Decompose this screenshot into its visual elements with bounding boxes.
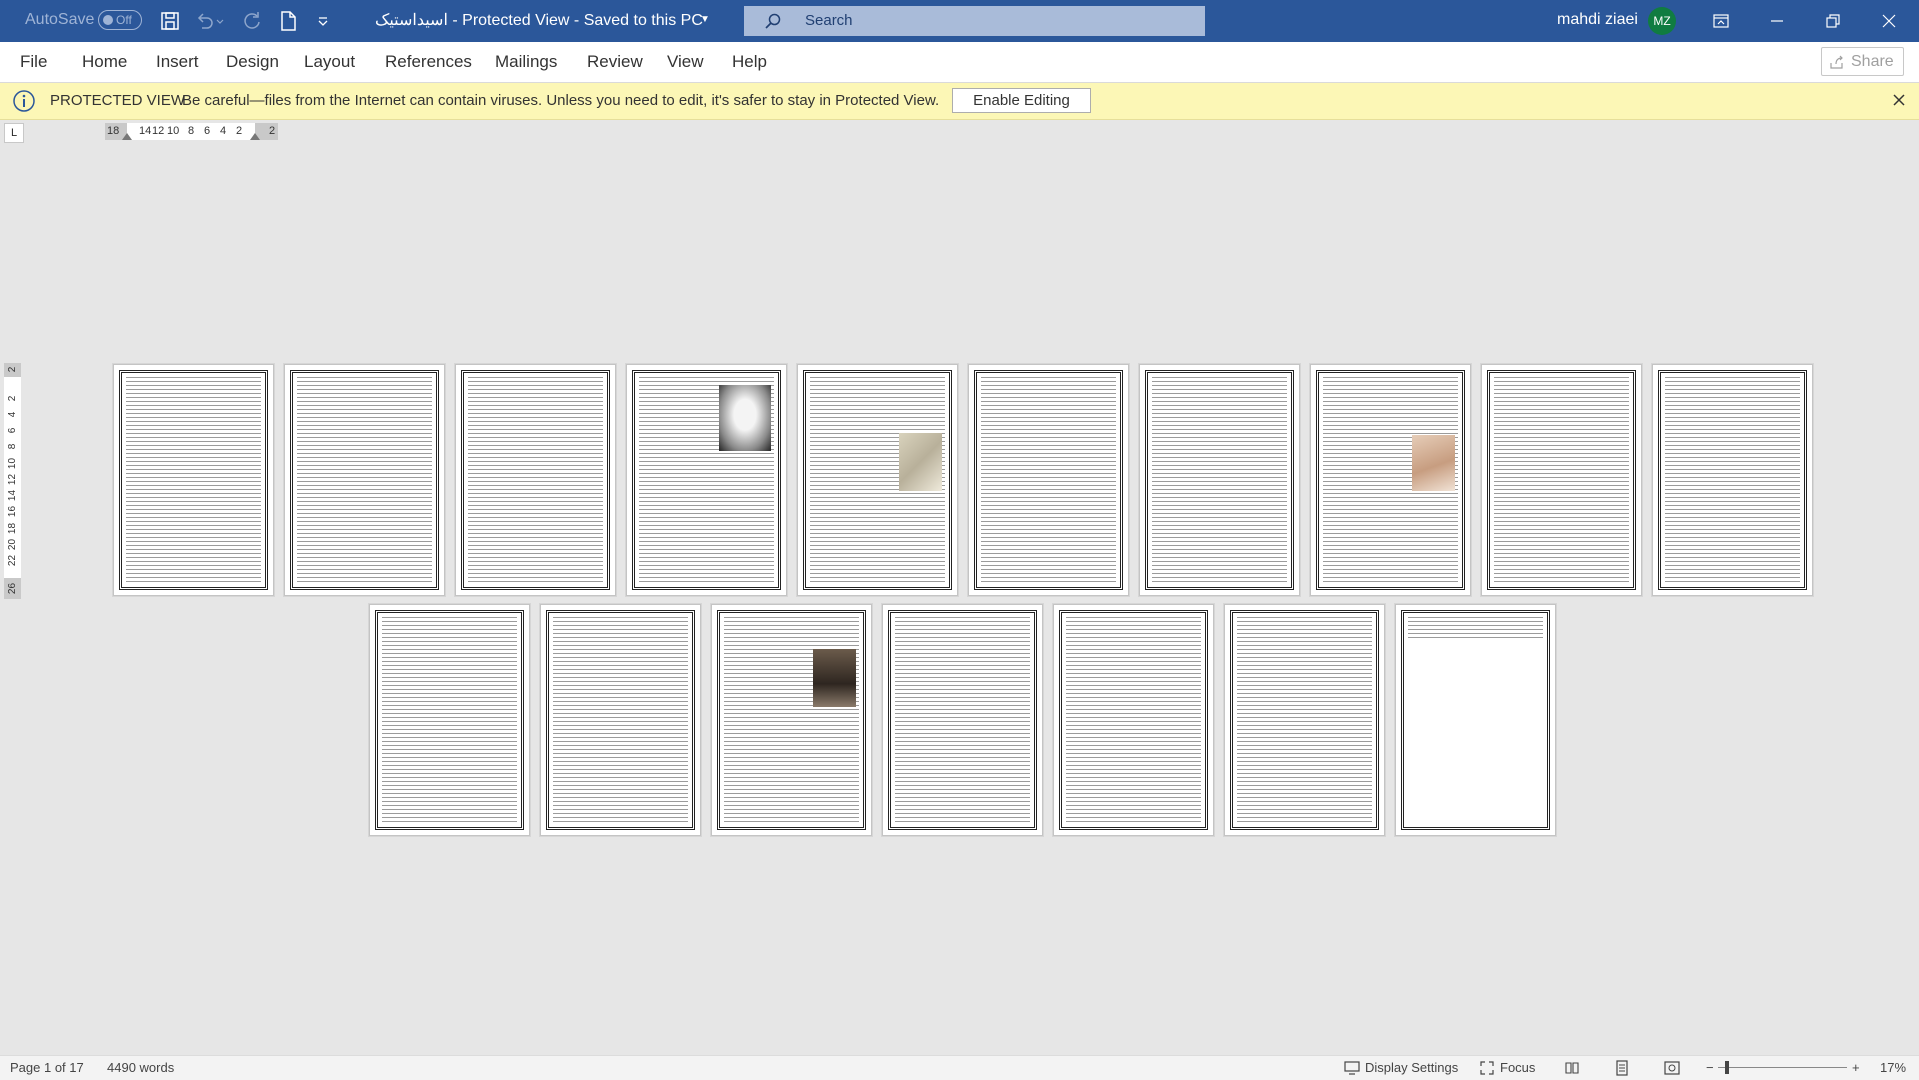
- display-settings-label[interactable]: Display Settings: [1365, 1060, 1458, 1075]
- zoom-level[interactable]: 17%: [1880, 1060, 1906, 1075]
- document-page[interactable]: [369, 604, 530, 836]
- document-page[interactable]: [540, 604, 701, 836]
- toggle-knob: [103, 15, 113, 25]
- document-page[interactable]: [797, 364, 958, 596]
- tab-review[interactable]: Review: [587, 52, 643, 72]
- autosave-state: Off: [116, 13, 132, 27]
- tab-layout[interactable]: Layout: [304, 52, 355, 72]
- document-page[interactable]: [1395, 604, 1556, 836]
- document-title[interactable]: اسیداستیک - Protected View - Saved to th…: [375, 10, 703, 30]
- close-icon[interactable]: [1861, 0, 1917, 42]
- photo-image: [719, 385, 771, 451]
- document-page[interactable]: [1224, 604, 1385, 836]
- document-page[interactable]: [1481, 364, 1642, 596]
- title-bar: AutoSave Off اسیداستیک - Protected View …: [0, 0, 1919, 42]
- protected-view-bar: PROTECTED VIEW Be careful—files from the…: [0, 83, 1919, 120]
- photo-image: [813, 649, 856, 707]
- title-separator: -: [573, 12, 580, 29]
- document-page[interactable]: [284, 364, 445, 596]
- document-page[interactable]: [626, 364, 787, 596]
- zoom-slider-thumb[interactable]: [1725, 1061, 1729, 1074]
- search-placeholder: Search: [805, 12, 853, 29]
- photo-image: [1412, 435, 1455, 491]
- document-page[interactable]: [1139, 364, 1300, 596]
- document-page[interactable]: [1053, 604, 1214, 836]
- restore-icon[interactable]: [1805, 0, 1861, 42]
- zoom-out-button[interactable]: −: [1706, 1060, 1714, 1075]
- tab-home[interactable]: Home: [82, 52, 127, 72]
- web-layout-icon[interactable]: [1664, 1060, 1680, 1076]
- protected-view-title: PROTECTED VIEW: [50, 92, 186, 109]
- document-page[interactable]: [1310, 364, 1471, 596]
- ribbon-display-options-icon[interactable]: [1693, 0, 1749, 42]
- focus-label[interactable]: Focus: [1500, 1060, 1535, 1075]
- close-icon[interactable]: [1891, 92, 1907, 108]
- page-indicator[interactable]: Page 1 of 17: [10, 1060, 84, 1075]
- search-box[interactable]: Search: [744, 6, 1205, 36]
- enable-editing-button[interactable]: Enable Editing: [952, 88, 1091, 113]
- redo-icon[interactable]: [240, 9, 264, 33]
- horizontal-ruler[interactable]: 18 14 12 10 8 6 4 2 2: [105, 123, 278, 140]
- customize-toolbar-icon[interactable]: [311, 9, 335, 33]
- display-settings-icon[interactable]: [1344, 1060, 1360, 1076]
- share-button[interactable]: Share: [1821, 47, 1904, 76]
- tab-insert[interactable]: Insert: [156, 52, 199, 72]
- document-page[interactable]: [113, 364, 274, 596]
- save-icon[interactable]: [158, 9, 182, 33]
- read-mode-icon[interactable]: [1564, 1060, 1580, 1076]
- zoom-in-button[interactable]: +: [1852, 1060, 1860, 1075]
- new-document-icon[interactable]: [276, 9, 300, 33]
- user-name[interactable]: mahdi ziaei: [1557, 11, 1638, 29]
- chevron-down-icon[interactable]: ▼: [700, 14, 710, 25]
- document-page[interactable]: [1652, 364, 1813, 596]
- right-indent-marker[interactable]: [250, 133, 260, 140]
- focus-icon[interactable]: [1479, 1060, 1495, 1076]
- protected-view-message: Be careful—files from the Internet can c…: [182, 92, 940, 109]
- save-status: Saved to this PC: [583, 12, 703, 29]
- document-page[interactable]: [882, 604, 1043, 836]
- document-page[interactable]: [711, 604, 872, 836]
- tab-design[interactable]: Design: [226, 52, 279, 72]
- tab-references[interactable]: References: [385, 52, 472, 72]
- zoom-slider[interactable]: [1718, 1067, 1847, 1068]
- undo-dropdown-icon[interactable]: [214, 9, 226, 33]
- autosave-label: AutoSave: [25, 11, 95, 28]
- left-indent-marker[interactable]: [122, 133, 132, 140]
- document-page[interactable]: [455, 364, 616, 596]
- avatar[interactable]: MZ: [1648, 7, 1676, 35]
- document-page[interactable]: [968, 364, 1129, 596]
- file-name: اسیداستیک: [375, 12, 448, 29]
- share-label: Share: [1851, 53, 1894, 70]
- tab-view[interactable]: View: [667, 52, 704, 72]
- undo-icon[interactable]: [192, 9, 216, 33]
- word-count[interactable]: 4490 words: [107, 1060, 174, 1075]
- minimize-icon[interactable]: [1749, 0, 1805, 42]
- vertical-ruler[interactable]: 2 2 4 6 8 10 12 14 16 18 20 22 26: [4, 363, 21, 599]
- tab-selector[interactable]: L: [4, 123, 24, 143]
- print-layout-icon[interactable]: [1614, 1060, 1630, 1076]
- info-icon: [13, 90, 35, 112]
- photo-image: [899, 433, 942, 491]
- share-icon: [1830, 55, 1843, 69]
- autosave-toggle[interactable]: Off: [98, 10, 142, 30]
- status-bar: Page 1 of 17 4490 words Display Settings…: [0, 1055, 1919, 1080]
- view-mode: Protected View: [462, 12, 570, 29]
- tab-mailings[interactable]: Mailings: [495, 52, 557, 72]
- title-separator: -: [452, 12, 458, 29]
- search-icon: [765, 13, 781, 29]
- ribbon-tabs: File Home Insert Design Layout Reference…: [0, 42, 1919, 83]
- tab-file[interactable]: File: [20, 52, 47, 72]
- tab-help[interactable]: Help: [732, 52, 767, 72]
